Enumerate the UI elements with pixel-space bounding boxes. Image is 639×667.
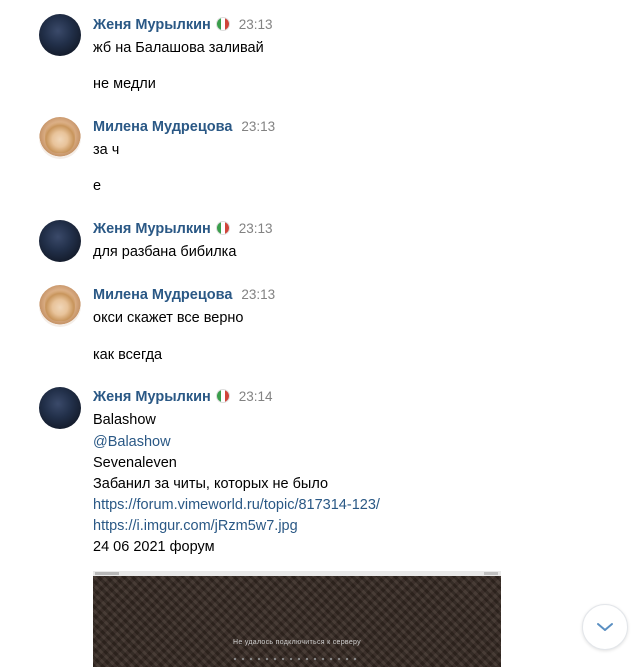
avatar[interactable] <box>39 117 81 159</box>
message-text: Sevenaleven <box>93 455 177 471</box>
message-header: Женя Мурылкин 23:13 <box>93 221 273 237</box>
screenshot-titlebar <box>93 571 501 576</box>
avatar[interactable] <box>39 220 81 262</box>
author-name[interactable]: Женя Мурылкин <box>93 389 211 405</box>
author-name[interactable]: Женя Мурылкин <box>93 17 211 33</box>
author-name[interactable]: Милена Мудрецова <box>93 287 232 303</box>
avatar[interactable] <box>39 387 81 429</box>
message-text: за ч <box>93 142 120 158</box>
message-header: Женя Мурылкин 23:13 <box>93 17 273 33</box>
message-text: не медли <box>93 76 156 92</box>
message-text: окси скажет все верно <box>93 310 244 326</box>
screenshot-dots <box>231 657 361 661</box>
message-header: Женя Мурылкин 23:14 <box>93 389 273 405</box>
message-text: е <box>93 178 102 194</box>
message-text: Balashow <box>93 412 156 428</box>
url-link[interactable]: https://forum.vimeworld.ru/topic/817314-… <box>93 495 380 515</box>
message-text: жб на Балашова заливай <box>93 40 264 56</box>
author-name[interactable]: Милена Мудрецова <box>93 119 232 135</box>
author-name[interactable]: Женя Мурылкин <box>93 221 211 237</box>
italy-flag-icon <box>215 389 230 403</box>
italy-flag-icon <box>215 17 230 31</box>
message-time[interactable]: 23:13 <box>239 17 273 32</box>
message-header: Милена Мудрецова 23:13 <box>93 119 275 135</box>
avatar[interactable] <box>39 14 81 56</box>
message-time[interactable]: 23:13 <box>241 287 275 302</box>
message-text: 24 06 2021 форум <box>93 539 215 555</box>
message-text: для разбана бибилка <box>93 244 237 260</box>
message-text: как всегда <box>93 347 163 363</box>
message-time[interactable]: 23:13 <box>241 119 275 134</box>
message-time[interactable]: 23:13 <box>239 221 273 236</box>
chevron-down-icon <box>597 623 613 631</box>
url-link[interactable]: https://i.imgur.com/jRzm5w7.jpg <box>93 516 298 536</box>
message-text: Забанил за читы, которых не было <box>93 476 329 492</box>
screenshot-caption: Не удалось подключиться к серверу <box>233 639 361 646</box>
italy-flag-icon <box>215 221 230 235</box>
avatar[interactable] <box>39 285 81 327</box>
message-time[interactable]: 23:14 <box>239 389 273 404</box>
mention-link[interactable]: @Balashow <box>93 432 171 452</box>
image-attachment[interactable]: Не удалось подключиться к серверу <box>93 571 501 667</box>
scroll-down-button[interactable] <box>582 604 628 650</box>
message-header: Милена Мудрецова 23:13 <box>93 287 275 303</box>
